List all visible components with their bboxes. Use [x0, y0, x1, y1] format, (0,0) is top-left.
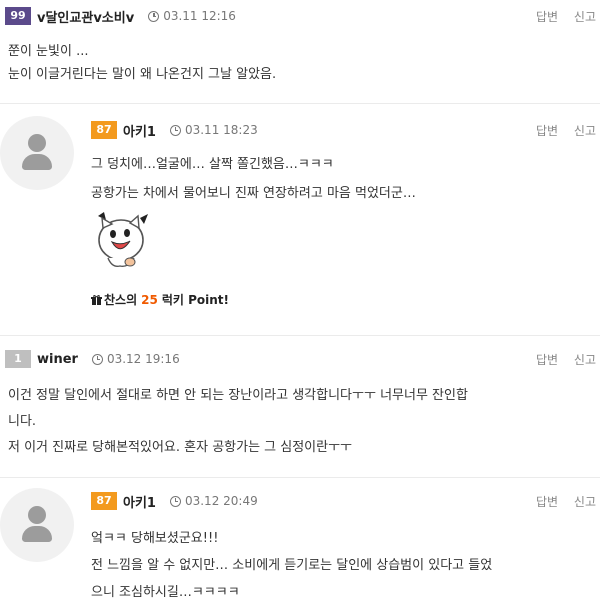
reply-button[interactable]: 답변: [536, 495, 558, 509]
lucky-point: 찬스의 25 럭키 Point!: [91, 291, 229, 308]
comment-3-body: 이건 정말 달인에서 절대로 하면 안 되는 장난이라고 생각합니다ㅜㅜ 너무너…: [8, 383, 468, 461]
comment-line: 으니 조심하시길…ㅋㅋㅋㅋ: [91, 585, 240, 600]
lucky-prefix: 찬스의: [104, 293, 138, 307]
report-button[interactable]: 신고: [574, 495, 596, 509]
level-badge: 87: [91, 121, 117, 139]
comment-3-meta: 1 winer 03.12 19:16: [5, 349, 180, 369]
comment-line: 쭌이 눈빛이 ...: [8, 44, 89, 59]
comment-line: 공항가는 차에서 물어보니 진짜 연장하려고 마음 먹었더군…: [91, 186, 416, 201]
comment-line: 니다.: [8, 414, 37, 429]
clock-icon: [169, 124, 181, 136]
default-avatar-icon: [0, 488, 74, 562]
comment-2-actions: 답변 신고: [524, 122, 596, 139]
report-button[interactable]: 신고: [574, 353, 596, 367]
author-nickname[interactable]: winer: [37, 352, 78, 367]
lucky-suffix: 럭키 Point!: [161, 293, 229, 307]
comment-3-actions: 답변 신고: [524, 351, 596, 368]
comment-4-body: 엌ㅋㅋ 당해보셨군요!!! 전 느낌을 알 수 없지만… 소비에게 듣기로는 달…: [91, 525, 492, 606]
comment-line: 그 덩치에…얼굴에… 살짝 쫄긴했음…ㅋㅋㅋ: [91, 157, 334, 172]
report-button[interactable]: 신고: [574, 124, 596, 138]
comment-4-actions: 답변 신고: [524, 493, 596, 510]
author-nickname[interactable]: 아키1: [123, 492, 156, 511]
comment-time: 03.11 18:23: [184, 123, 258, 137]
level-badge: 99: [5, 7, 31, 25]
clock-icon: [91, 353, 103, 365]
cat-sticker: [98, 212, 148, 268]
comment-line: 저 이거 진짜로 당해본적있어요. 혼자 공항가는 그 심정이란ㅜㅜ: [8, 440, 353, 455]
comment-line: 전 느낌을 알 수 없지만… 소비에게 듣기로는 달인에 상습범이 있다고 들었: [91, 558, 493, 573]
comment-line: 엌ㅋㅋ 당해보셨군요!!!: [91, 531, 219, 546]
comment-time: 03.12 20:49: [184, 494, 258, 508]
report-button[interactable]: 신고: [574, 10, 596, 24]
divider: [0, 477, 600, 478]
comment-2-body: 그 덩치에…얼굴에… 살짝 쫄긴했음…ㅋㅋㅋ 공항가는 차에서 물어보니 진짜 …: [91, 153, 416, 205]
author-nickname[interactable]: 아키1: [123, 121, 156, 140]
comment-1-actions: 답변 신고: [524, 8, 596, 25]
comment-2-meta: 87 아키1 03.11 18:23: [91, 120, 258, 140]
comment-time: 03.11 12:16: [163, 9, 236, 23]
reply-button[interactable]: 답변: [536, 353, 558, 367]
divider: [0, 103, 600, 104]
comment-1-body: 쭌이 눈빛이 ... 눈이 이글거린다는 말이 왜 나온건지 그날 알았음.: [8, 40, 276, 86]
default-avatar-icon: [0, 116, 74, 190]
lucky-points: 25: [141, 292, 158, 307]
level-badge: 1: [5, 350, 31, 368]
comment-time: 03.12 19:16: [106, 352, 180, 366]
clock-icon: [169, 495, 181, 507]
reply-button[interactable]: 답변: [536, 10, 558, 24]
comment-1-meta: 99 v달인교관v소비v 03.11 12:16: [5, 6, 236, 26]
divider: [0, 335, 600, 336]
comment-line: 눈이 이글거린다는 말이 왜 나온건지 그날 알았음.: [8, 67, 277, 82]
gift-icon: [91, 294, 102, 305]
comment-line: 이건 정말 달인에서 절대로 하면 안 되는 장난이라고 생각합니다ㅜㅜ 너무너…: [8, 388, 468, 403]
clock-icon: [148, 10, 160, 22]
comment-4-meta: 87 아키1 03.12 20:49: [91, 491, 258, 511]
level-badge: 87: [91, 492, 117, 510]
author-nickname[interactable]: v달인교관v소비v: [37, 7, 134, 26]
reply-button[interactable]: 답변: [536, 124, 558, 138]
